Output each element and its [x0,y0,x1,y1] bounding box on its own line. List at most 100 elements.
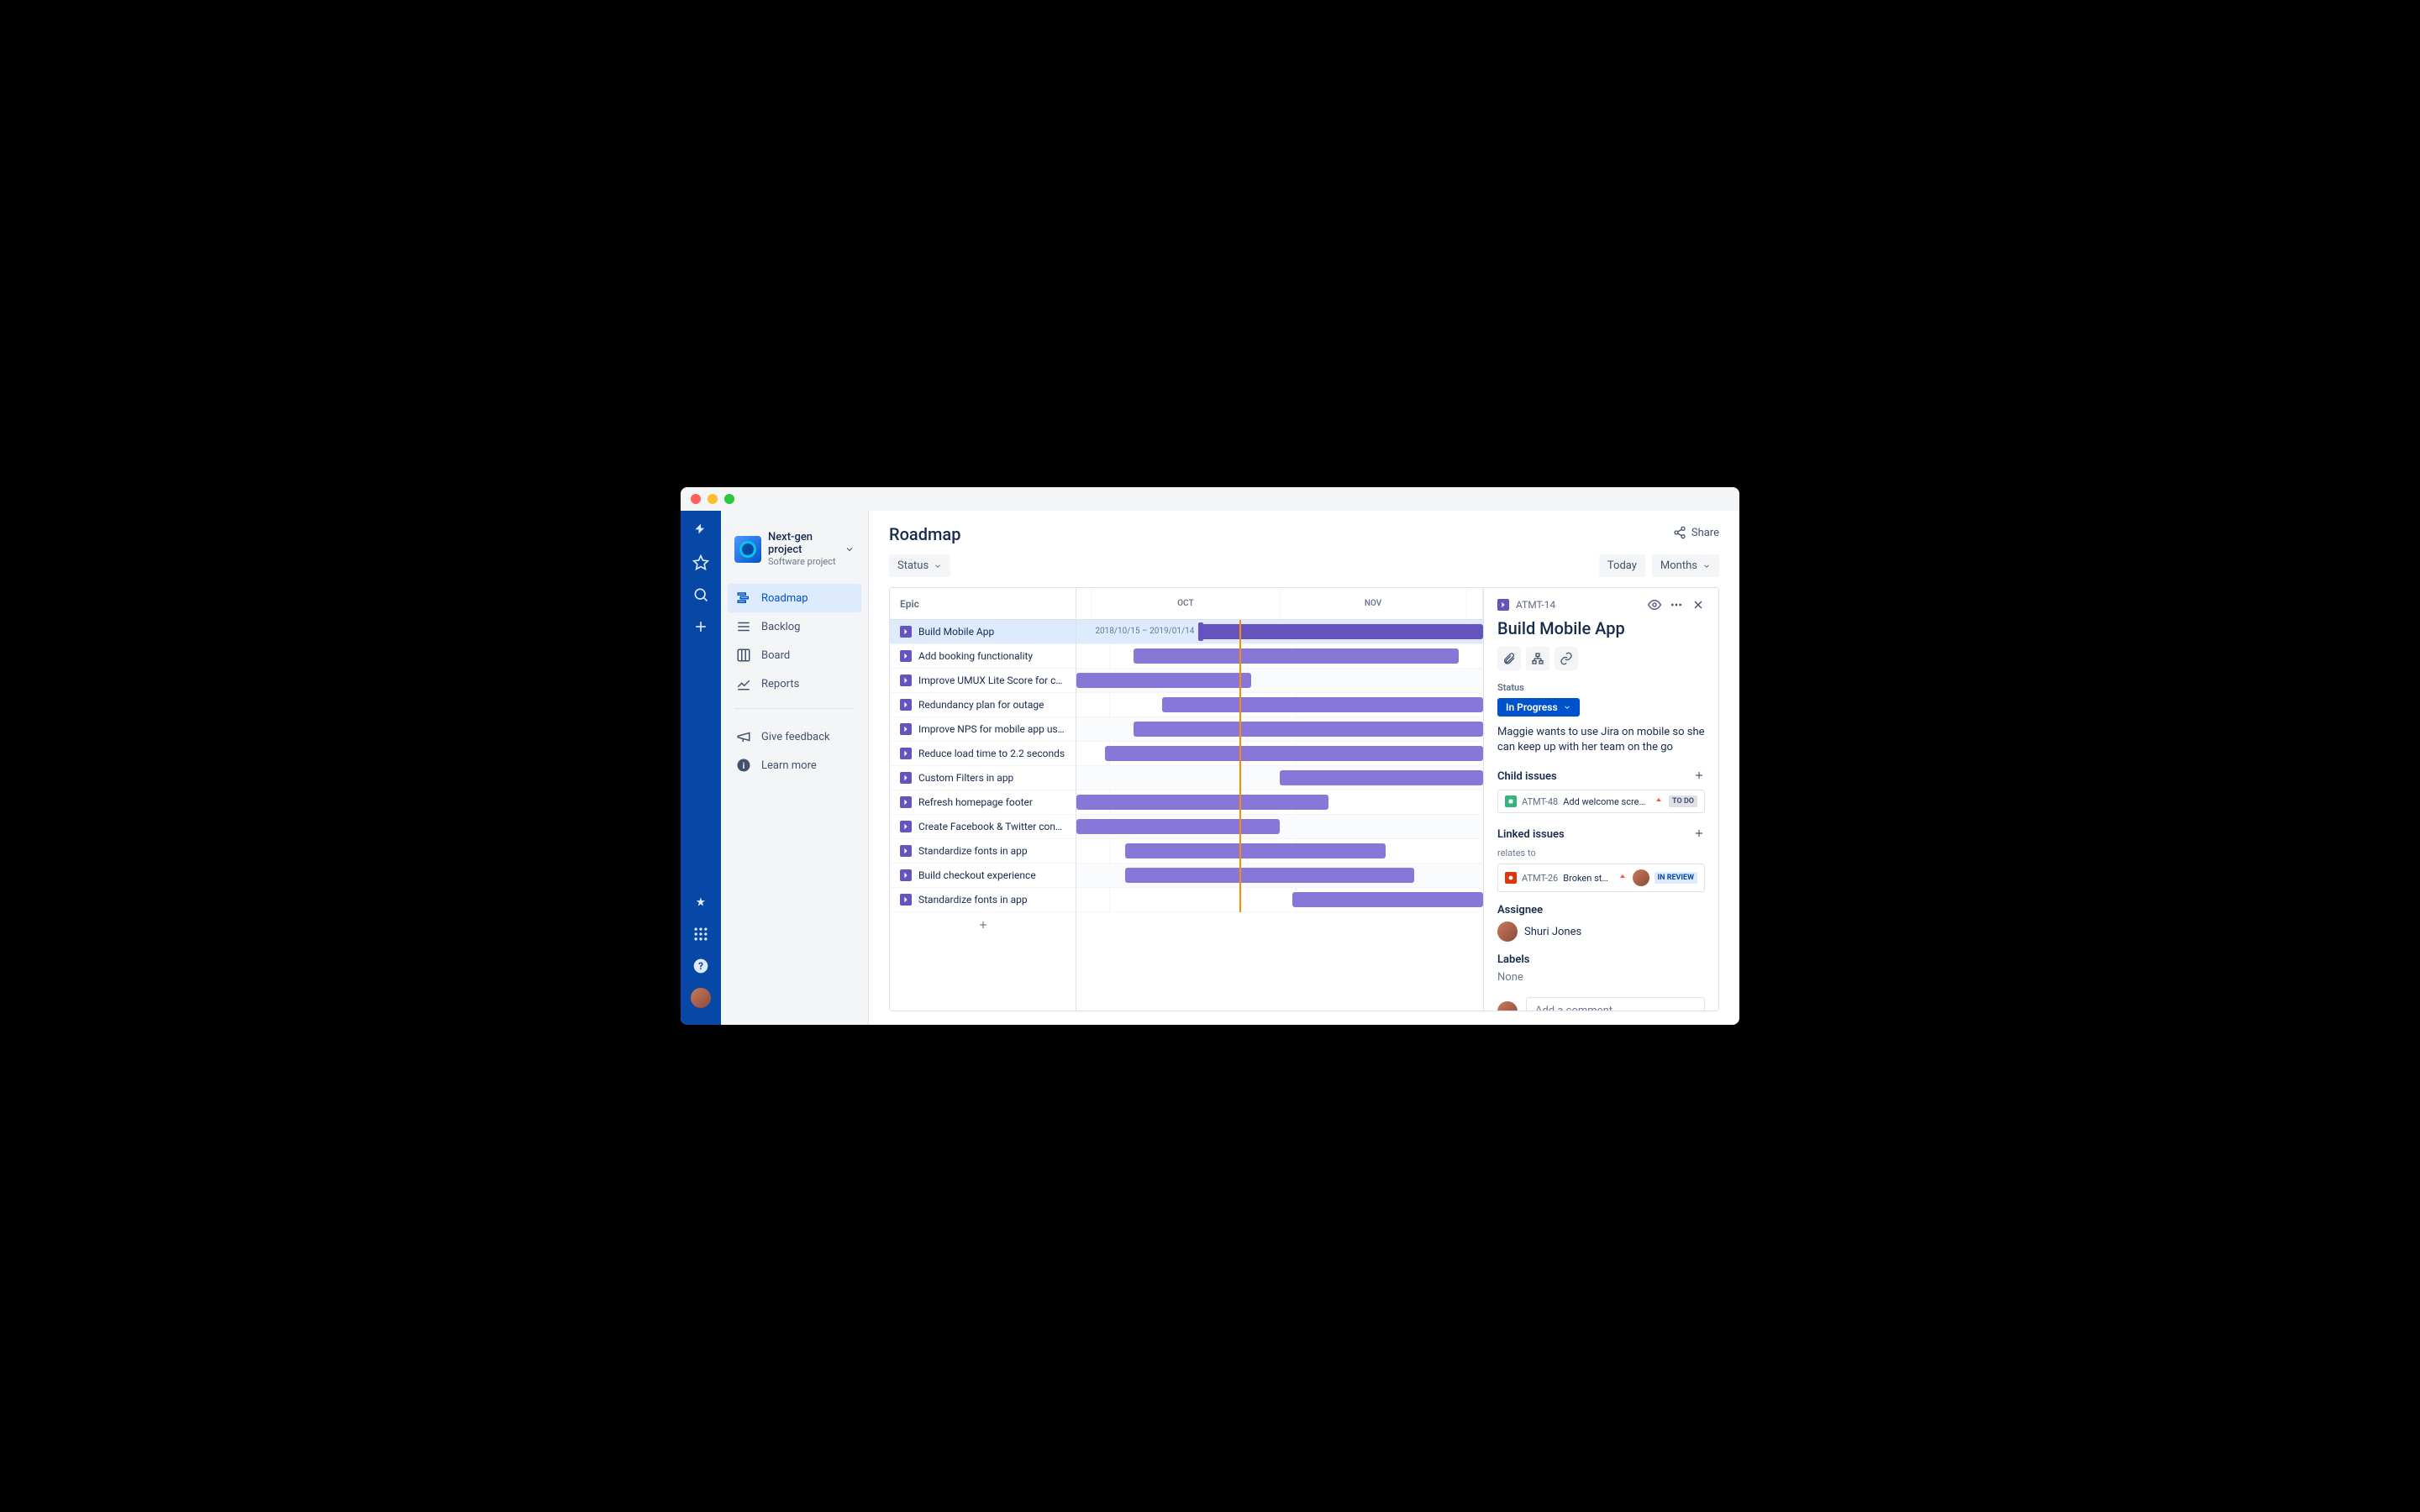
gantt-bar[interactable] [1198,624,1483,639]
epic-title: Standardize fonts in app [918,845,1028,857]
svg-text:?: ? [698,960,703,972]
close-icon[interactable] [1691,598,1705,612]
minimize-window-button[interactable] [708,494,718,504]
gantt-bar[interactable] [1280,770,1483,785]
epic-title: Create Facebook & Twitter connector [918,821,1065,832]
board-icon [736,648,751,663]
timeline-row[interactable] [1076,766,1483,790]
project-switcher[interactable]: Next-gen project Software project [728,524,861,574]
feedback-label: Give feedback [761,731,830,743]
sidebar-item-label: Reports [761,678,799,690]
epic-row[interactable]: Create Facebook & Twitter connector [890,815,1076,839]
add-child-issue-button[interactable] [1693,769,1705,785]
share-button[interactable]: Share [1673,526,1719,539]
timescale-button[interactable]: Months [1652,554,1719,577]
help-icon[interactable]: ? [691,956,711,976]
user-avatar[interactable] [691,988,711,1008]
link-icon [1560,652,1573,665]
epic-icon [900,869,912,881]
sidebar-item-roadmap[interactable]: Roadmap [728,584,861,612]
timeline-row[interactable]: 2018/10/15 – 2019/01/14 [1076,620,1483,644]
sidebar-item-reports[interactable]: Reports [728,669,861,698]
timeline-row[interactable] [1076,644,1483,669]
timeline-row[interactable] [1076,742,1483,766]
add-epic-button[interactable] [890,912,1076,937]
star-icon[interactable] [691,553,711,573]
timeline-row[interactable] [1076,790,1483,815]
more-icon[interactable] [1670,598,1683,612]
epic-row[interactable]: Improve NPS for mobile app users by … [890,717,1076,742]
epic-row[interactable]: Build checkout experience [890,864,1076,888]
epic-row[interactable]: Redundancy plan for outage [890,693,1076,717]
issue-description[interactable]: Maggie wants to use Jira on mobile so sh… [1497,725,1705,755]
epic-row[interactable]: Standardize fonts in app [890,839,1076,864]
timeline-row[interactable] [1076,864,1483,888]
timeline-row[interactable] [1076,669,1483,693]
issue-title[interactable]: Build Mobile App [1497,618,1705,638]
close-window-button[interactable] [691,494,701,504]
jira-logo-icon[interactable] [691,521,711,541]
epic-row[interactable]: Standardize fonts in app [890,888,1076,912]
gantt-bar[interactable] [1076,673,1251,688]
add-linked-issue-button[interactable] [1693,827,1705,843]
comment-input[interactable]: Add a comment... [1526,997,1705,1011]
relates-label: relates to [1497,848,1705,858]
plus-icon[interactable] [691,617,711,637]
assignee-field[interactable]: Shuri Jones [1497,921,1705,942]
timeline-row[interactable] [1076,888,1483,912]
epic-column: Epic Build Mobile AppAdd booking functio… [890,588,1076,1011]
linked-issues-header: Linked issues [1497,828,1565,841]
epic-row[interactable]: Build Mobile App [890,620,1076,644]
chevron-down-icon [1563,703,1571,711]
timeline-row[interactable] [1076,815,1483,839]
epic-column-header: Epic [890,588,1076,620]
timeline-row[interactable] [1076,717,1483,742]
learn-more-button[interactable]: i Learn more [728,751,861,780]
share-label: Share [1691,527,1719,539]
epic-row[interactable]: Improve UMUX Lite Score for checko… [890,669,1076,693]
gantt-bar[interactable] [1162,697,1483,712]
priority-icon [1654,796,1664,806]
epic-icon [900,723,912,735]
search-icon[interactable] [691,585,711,605]
epic-row[interactable]: Refresh homepage footer [890,790,1076,815]
maximize-window-button[interactable] [724,494,734,504]
svg-text:i: i [743,760,745,771]
gantt-bar[interactable] [1125,868,1414,883]
status-label: Status [1497,682,1705,693]
gantt-bar[interactable] [1105,746,1483,761]
timeline[interactable]: OCT NOV 2018/10/15 – 2019/01/14 [1076,588,1483,1011]
timeline-row[interactable] [1076,693,1483,717]
today-button[interactable]: Today [1599,554,1645,577]
issue-key[interactable]: ATMT-14 [1516,599,1555,611]
project-name: Next-gen project [768,531,838,556]
epic-row[interactable]: Custom Filters in app [890,766,1076,790]
sidebar-item-backlog[interactable]: Backlog [728,612,861,641]
gantt-bar[interactable] [1076,795,1328,810]
gantt-bar[interactable] [1292,892,1483,907]
watch-icon[interactable] [1648,598,1661,612]
child-issue-row[interactable]: ATMT-48 Add welcome screen for m… TO DO [1497,790,1705,813]
gantt-bar[interactable] [1076,819,1280,834]
gantt-bar[interactable] [1134,648,1459,664]
status-dropdown[interactable]: In Progress [1497,698,1580,717]
page-title: Roadmap [889,524,1719,544]
epic-row[interactable]: Add booking functionality [890,644,1076,669]
timeline-row[interactable] [1076,839,1483,864]
status-filter-button[interactable]: Status [889,554,950,577]
app-switcher-icon[interactable] [691,924,711,944]
gantt-bar[interactable] [1134,722,1483,737]
notification-icon[interactable] [691,892,711,912]
give-feedback-button[interactable]: Give feedback [728,722,861,751]
labels-value[interactable]: None [1497,971,1705,984]
attach-button[interactable] [1497,647,1521,670]
sidebar-item-board[interactable]: Board [728,641,861,669]
assignee-avatar-tiny [1633,869,1649,886]
epic-title: Redundancy plan for outage [918,699,1044,711]
gantt-marker[interactable] [1198,622,1203,641]
linked-issue-row[interactable]: ATMT-26 Broken status ind… IN REVIEW [1497,864,1705,892]
epic-row[interactable]: Reduce load time to 2.2 seconds [890,742,1076,766]
link-button[interactable] [1555,647,1578,670]
child-issue-button[interactable] [1526,647,1549,670]
gantt-bar[interactable] [1125,843,1386,858]
